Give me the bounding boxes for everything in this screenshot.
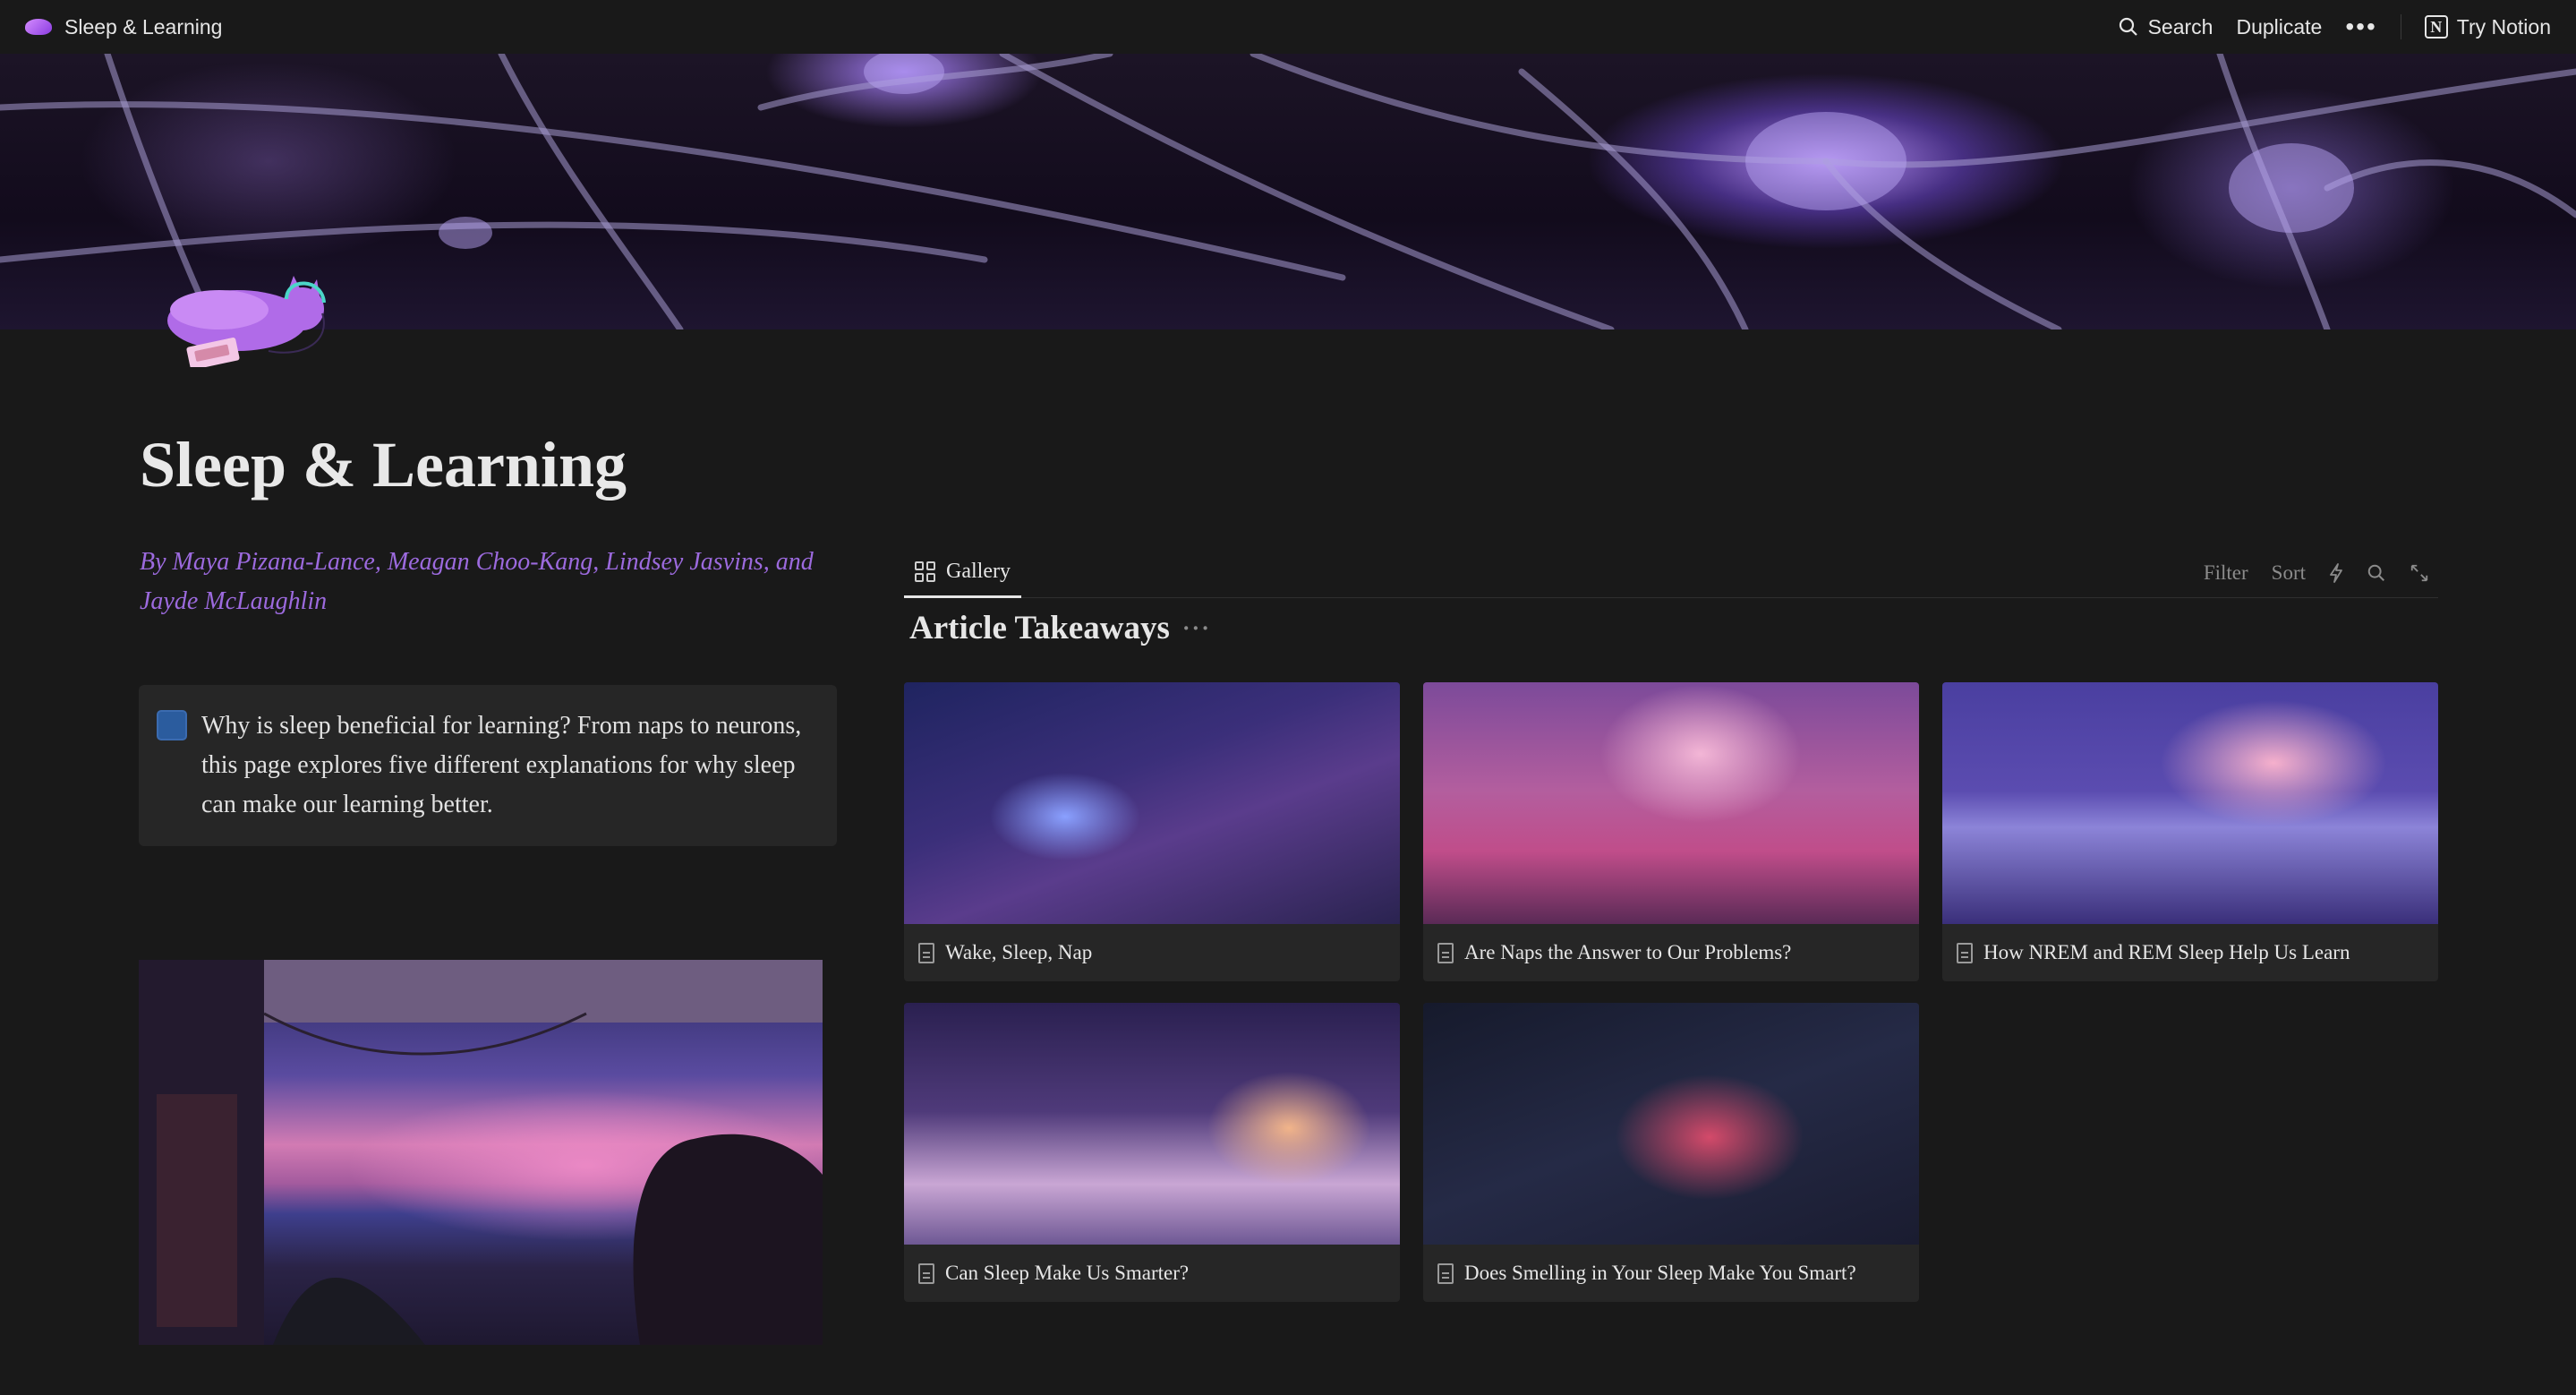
gallery-card[interactable]: Does Smelling in Your Sleep Make You Sma… <box>1423 1003 1919 1302</box>
card-cover-image <box>1942 682 2438 924</box>
view-tabs: Gallery Filter Sort <box>904 548 2438 598</box>
card-title: Wake, Sleep, Nap <box>945 941 1093 963</box>
blue-square-icon <box>157 710 187 740</box>
search-icon <box>2119 17 2137 36</box>
callout-text: Why is sleep beneficial for learning? Fr… <box>201 712 802 818</box>
card-title: Can Sleep Make Us Smarter? <box>945 1262 1190 1284</box>
filter-button[interactable]: Filter <box>2204 561 2248 585</box>
breadcrumb[interactable]: Sleep & Learning <box>25 15 222 39</box>
window-scene <box>139 960 823 1345</box>
card-title: Are Naps the Answer to Our Problems? <box>1464 941 1792 963</box>
neuron-illustration <box>0 54 2576 329</box>
duplicate-button[interactable]: Duplicate <box>2236 15 2322 39</box>
page-icon <box>918 1262 934 1284</box>
illustration-girl-window[interactable] <box>139 960 823 1345</box>
gallery-grid-icon <box>915 561 935 582</box>
card-cover-image <box>1423 1003 1919 1245</box>
callout-block: Why is sleep beneficial for learning? Fr… <box>139 685 837 846</box>
author-byline: By Maya Pizana-Lance, Meagan Choo-Kang, … <box>140 548 814 615</box>
card-cover-image <box>904 682 1400 924</box>
page-icon <box>1437 1262 1454 1284</box>
page-icon <box>918 942 934 963</box>
expand-icon[interactable] <box>2410 563 2429 583</box>
gallery-title: Article Takeaways ··· <box>909 609 1211 647</box>
card-cover-image <box>904 1003 1400 1245</box>
gallery-card[interactable]: How NREM and REM Sleep Help Us Learn <box>1942 682 2438 981</box>
card-cover-image <box>1423 682 1919 924</box>
gallery-title-text: Article Takeaways <box>909 610 1170 646</box>
page-emoji-icon <box>25 19 52 35</box>
gallery-more-button[interactable]: ··· <box>1182 615 1211 642</box>
breadcrumb-title: Sleep & Learning <box>64 14 223 39</box>
gallery-card[interactable]: Are Naps the Answer to Our Problems? <box>1423 682 1919 981</box>
notion-logo-icon: N <box>2424 15 2448 39</box>
gallery-card[interactable]: Wake, Sleep, Nap <box>904 682 1400 981</box>
sort-button[interactable]: Sort <box>2272 561 2306 585</box>
search-icon[interactable] <box>2367 563 2386 583</box>
top-bar: Sleep & Learning Search Duplicate ••• N … <box>0 0 2576 54</box>
card-title: How NREM and REM Sleep Help Us Learn <box>1983 941 2350 963</box>
search-button[interactable]: Search <box>2118 15 2213 39</box>
page-icon <box>1437 942 1454 963</box>
try-notion-label: Try Notion <box>2456 14 2551 39</box>
try-notion-button[interactable]: N Try Notion <box>2424 14 2551 39</box>
tab-gallery-label: Gallery <box>946 560 1011 583</box>
card-title: Does Smelling in Your Sleep Make You Sma… <box>1464 1262 1856 1284</box>
automation-bolt-icon[interactable] <box>2329 563 2343 583</box>
cover-image[interactable] <box>0 54 2576 329</box>
more-options-button[interactable]: ••• <box>2345 14 2376 39</box>
page-title: Sleep & Learning <box>140 429 627 501</box>
page-icon <box>1957 942 1973 963</box>
tab-gallery[interactable]: Gallery <box>904 548 1021 598</box>
search-label: Search <box>2147 14 2213 39</box>
gallery-card[interactable]: Can Sleep Make Us Smarter? <box>904 1003 1400 1302</box>
sleeping-cat-icon <box>167 276 326 367</box>
